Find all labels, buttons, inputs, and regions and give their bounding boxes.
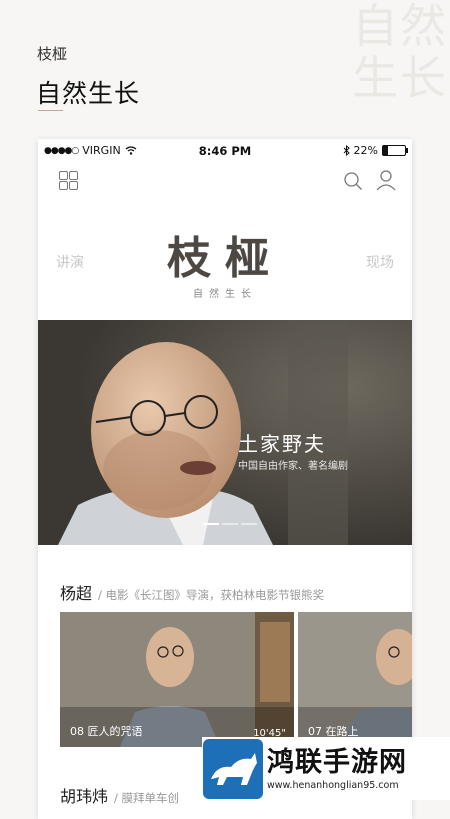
hero-speaker-title: 中国自由作家、著名编剧 xyxy=(238,461,348,472)
bull-logo-icon xyxy=(203,738,263,799)
carousel-dot[interactable] xyxy=(203,523,219,525)
section-header: 杨超 / 电影《长江图》导演，获柏林电影节银熊奖 xyxy=(60,580,324,604)
speaker-desc: / 膜拜单车创 xyxy=(114,791,180,805)
accent-divider xyxy=(38,110,63,111)
background-title-text: 自然生长 xyxy=(352,0,448,105)
carousel-dot[interactable] xyxy=(222,523,238,525)
video-carousel[interactable]: 08 匠人的咒语 10'45" 07 在路上 xyxy=(60,612,412,747)
video-card[interactable]: 08 匠人的咒语 10'45" xyxy=(60,612,294,747)
user-icon[interactable] xyxy=(376,169,396,191)
battery-percent: 22% xyxy=(353,144,378,157)
watermark-name: 鸿联手游网 xyxy=(267,747,407,778)
app-logo: 枝桠 xyxy=(167,233,283,284)
search-icon[interactable] xyxy=(343,171,363,191)
section-header: 胡玮炜 / 膜拜单车创 xyxy=(60,783,179,807)
video-title: 08 匠人的咒语 xyxy=(70,725,143,738)
speaker-name[interactable]: 胡玮炜 xyxy=(60,783,108,807)
phone-screen: ●●●●○ VIRGIN 8:46 PM 22% 讲演 枝桠 自然生长 现场 土… xyxy=(38,139,412,819)
bluetooth-icon xyxy=(343,145,350,156)
promo-tagline: 自然生长 xyxy=(36,79,141,108)
speaker-name[interactable]: 杨超 xyxy=(60,580,92,604)
speaker-portrait xyxy=(38,320,412,545)
watermark-url: www.henanhonglian95.com xyxy=(267,780,399,791)
speaker-desc: / 电影《长江图》导演，获柏林电影节银熊奖 xyxy=(98,588,325,602)
video-card[interactable]: 07 在路上 xyxy=(298,612,412,747)
tab-live[interactable]: 现场 xyxy=(366,252,394,272)
carousel-dot[interactable] xyxy=(241,523,257,525)
site-watermark: 鸿联手游网 www.henanhonglian95.com xyxy=(202,737,450,800)
promo-app-name: 枝桠 xyxy=(37,45,68,63)
logo-subtitle: 自然生长 xyxy=(193,289,257,300)
carousel-indicator xyxy=(203,523,257,525)
hero-banner[interactable]: 土家野夫 中国自由作家、著名编剧 xyxy=(38,320,412,545)
hero-speaker-name: 土家野夫 xyxy=(238,432,326,456)
battery-icon xyxy=(382,145,408,156)
status-bar: ●●●●○ VIRGIN 8:46 PM 22% xyxy=(38,139,412,163)
grid-menu-icon[interactable] xyxy=(59,171,79,191)
